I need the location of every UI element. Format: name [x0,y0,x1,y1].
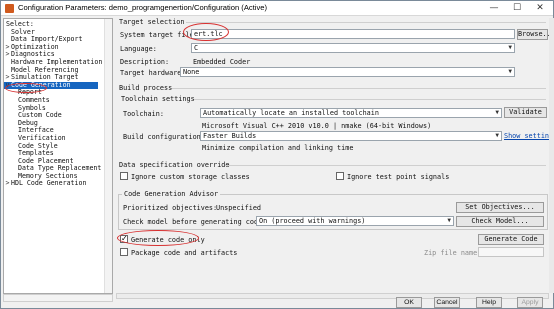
system-target-label: System target file: [120,31,198,39]
language-value: C [194,44,199,52]
ignore-test-points-checkbox[interactable] [336,172,344,180]
chevron-down-icon: ▼ [447,217,451,224]
ignore-storage-label: Ignore custom storage classes [131,173,250,181]
toolchain-select[interactable]: Automatically locate an installed toolch… [200,108,502,118]
language-select[interactable]: C ▼ [191,43,515,53]
dialog-footer: OK Cancel Help Apply [1,297,553,309]
build-process-title: Build process [119,84,173,92]
objectives-label: Prioritized objectives: [123,204,218,212]
objectives-value: Unspecified [216,204,262,212]
validate-button[interactable]: Validate [504,107,547,118]
expand-down-icon[interactable]: v [4,81,11,90]
target-hardware-select[interactable]: None ▼ [180,67,515,77]
matlab-icon [5,4,14,13]
toolchain-value: Automatically locate an installed toolch… [203,109,379,117]
target-hardware-label: Target hardware: [120,69,186,77]
build-configuration-select[interactable]: Faster Builds ▼ [200,131,502,141]
show-settings-link[interactable]: Show settings [504,132,554,140]
generate-code-only-checkbox[interactable] [120,234,128,243]
zip-file-name-input[interactable] [478,247,544,257]
expand-right-icon[interactable]: > [4,180,11,188]
window-title: Configuration Parameters: demo_programge… [18,3,268,12]
target-selection-divider [186,22,546,23]
target-hardware-value: None [183,68,200,76]
ok-button[interactable]: OK [396,297,422,308]
language-label: Language: [120,45,157,53]
toolchain-settings-divider [194,99,546,100]
check-model-label: Check model before generating code: [123,218,267,226]
toolchain-info: Microsoft Visual C++ 2010 v10.0 | nmake … [202,122,432,130]
configuration-dialog: Configuration Parameters: demo_programge… [0,0,554,309]
chevron-down-icon: ▼ [495,132,499,139]
build-configuration-label: Build configuration: [123,133,205,141]
system-target-input[interactable]: ert.tlc [191,29,515,39]
description-value: Embedded Coder [193,58,251,66]
advisor-title: Code Generation Advisor [122,190,221,198]
browse-button[interactable]: Browse... [517,29,554,40]
ignore-storage-checkbox[interactable] [120,172,128,180]
ignore-test-points-label: Ignore test point signals [347,173,450,181]
tree-vertical-scrollbar[interactable] [104,19,112,293]
generate-code-only-label: Generate code only [131,236,205,244]
tree-items: Solver Data Import/Export > Optimization > Di… [4,28,112,188]
chevron-down-icon: ▼ [495,109,499,116]
data-spec-divider [226,165,546,166]
apply-button[interactable]: Apply [517,297,543,308]
chevron-down-icon: ▼ [508,68,512,75]
check-model-button[interactable]: Check Model... [456,216,544,227]
toolchain-label: Toolchain: [123,110,164,118]
set-objectives-button[interactable]: Set Objectives... [456,202,544,213]
help-button[interactable]: Help [476,297,502,308]
cancel-button[interactable]: Cancel [434,297,460,308]
expand-right-icon[interactable]: > [4,51,11,59]
target-selection-title: Target selection [119,18,185,26]
check-model-select[interactable]: On (proceed with warnings) ▼ [256,216,454,226]
zip-file-name-label: Zip file name: [424,249,482,257]
package-code-label: Package code and artifacts [131,249,238,257]
code-generation-pane: Target selection System target file: ert… [116,18,554,293]
tree-item[interactable]: > HDL Code Generation [4,180,112,188]
category-tree[interactable]: Select: Solver Data Import/Export > Optimiz… [3,18,113,294]
build-process-divider [172,88,546,89]
package-code-checkbox[interactable] [120,248,128,256]
maximize-button[interactable]: ☐ [506,1,528,15]
description-label: Description: [120,58,170,66]
build-configuration-info: Minimize compilation and linking time [202,144,354,152]
close-button[interactable]: ✕ [529,1,551,15]
minimize-button[interactable]: — [483,1,505,15]
title-bar: Configuration Parameters: demo_programge… [1,1,553,16]
check-model-value: On (proceed with warnings) [259,217,366,225]
pane-vertical-scrollbar[interactable] [549,18,554,293]
tree-item-label: HDL Code Generation [11,179,87,188]
toolchain-settings-title: Toolchain settings [121,95,195,103]
data-spec-title: Data specification override [119,161,230,169]
generate-code-button[interactable]: Generate Code [478,234,544,245]
build-configuration-value: Faster Builds [203,132,257,140]
chevron-down-icon: ▼ [508,44,512,51]
